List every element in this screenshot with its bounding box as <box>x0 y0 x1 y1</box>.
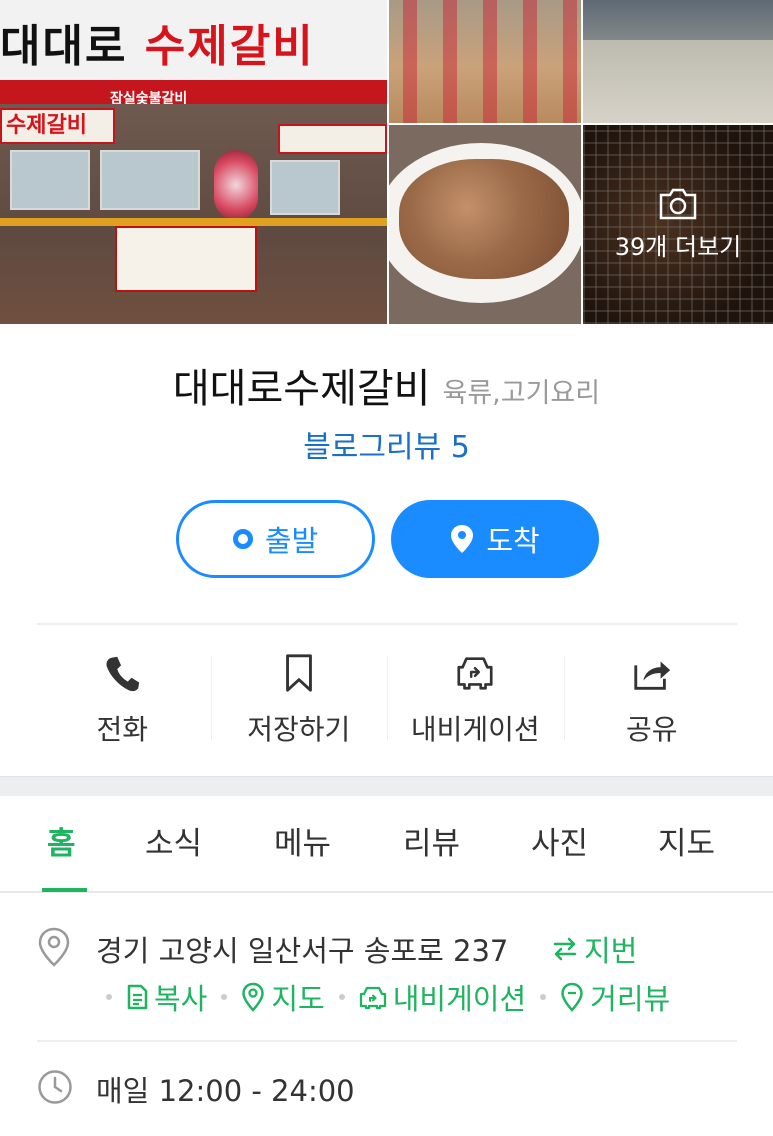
navigation-link[interactable]: 내비게이션 <box>359 976 526 1018</box>
navigation-link-label: 내비게이션 <box>392 982 527 1016</box>
call-button[interactable]: 전화 <box>34 648 211 748</box>
storefront-photo[interactable]: 대대로 수제갈비 잠실숯불갈비 수제갈비 <box>0 0 387 324</box>
divider <box>37 1040 737 1042</box>
clock-icon <box>38 1070 72 1104</box>
start-button[interactable]: 출발 <box>176 500 375 578</box>
phone-icon <box>106 656 140 692</box>
share-label: 공유 <box>625 713 678 746</box>
place-header: 대대로수제갈비 육류,고기요리 <box>0 356 773 414</box>
tab-menu[interactable]: 메뉴 <box>274 818 331 863</box>
bookmark-icon <box>285 654 312 692</box>
map-label: 지도 <box>271 982 325 1016</box>
street-view-link[interactable]: 거리뷰 <box>560 976 670 1018</box>
more-photos-label: 39개 더보기 <box>614 233 742 261</box>
navigation-car-icon <box>457 657 493 690</box>
tab-home[interactable]: 홈 <box>47 818 76 863</box>
save-label: 저장하기 <box>247 713 351 746</box>
business-hours: 매일 12:00 - 24:00 <box>96 1074 355 1108</box>
food-photo[interactable] <box>389 125 581 324</box>
navigation-button[interactable]: 내비게이션 <box>387 648 564 748</box>
storefront-sign: 대대로 수제갈비 <box>0 21 315 72</box>
address-links: 복사 지도 내비게이션 거리뷰 <box>92 976 670 1018</box>
street-view-label: 거리뷰 <box>590 982 671 1016</box>
place-category: 육류,고기요리 <box>442 378 601 409</box>
share-button[interactable]: 공유 <box>563 648 741 748</box>
action-bar: 전화 저장하기 내비게이션 공유 <box>34 648 740 748</box>
navigation-label: 내비게이션 <box>410 713 540 746</box>
copy-label: 복사 <box>154 982 208 1016</box>
origin-dot-icon <box>232 529 253 549</box>
jibun-label: 지번 <box>584 934 638 968</box>
section-gap <box>0 776 773 796</box>
menu-banner <box>115 226 257 292</box>
swap-arrows-icon <box>553 937 577 961</box>
tab-review[interactable]: 리뷰 <box>403 818 460 863</box>
active-tab-indicator <box>42 888 87 892</box>
map-pin-icon <box>242 982 265 1012</box>
tab-map[interactable]: 지도 <box>658 818 715 863</box>
car-icon <box>359 986 386 1010</box>
map-link[interactable]: 지도 <box>241 976 325 1018</box>
call-label: 전화 <box>96 713 149 746</box>
save-button[interactable]: 저장하기 <box>210 648 388 748</box>
jibun-toggle[interactable]: 지번 <box>552 928 637 970</box>
tab-photos[interactable]: 사진 <box>531 818 588 863</box>
blog-review-link[interactable]: 블로그리뷰 5 <box>0 422 773 466</box>
copy-link[interactable]: 복사 <box>126 976 207 1018</box>
location-pin-outline-icon <box>38 927 70 967</box>
more-photos-tile[interactable]: 39개 더보기 <box>583 125 773 324</box>
location-pin-icon <box>451 525 474 553</box>
arrive-button[interactable]: 도착 <box>391 500 599 578</box>
flower-wreath <box>214 150 258 220</box>
copy-icon <box>127 984 148 1010</box>
camera-icon <box>659 188 697 220</box>
start-button-label: 출발 <box>264 524 319 558</box>
place-name: 대대로수제갈비 <box>172 366 431 412</box>
interior-photo[interactable] <box>389 0 581 123</box>
address-text: 경기 고양시 일산서구 송포로 237 <box>96 934 509 968</box>
tab-news[interactable]: 소식 <box>145 818 202 863</box>
arrive-button-label: 도착 <box>486 524 540 558</box>
share-icon <box>634 661 670 690</box>
parking-photo[interactable] <box>583 0 773 123</box>
tab-bar: 홈 소식 메뉴 리뷰 사진 지도 <box>0 796 773 893</box>
divider <box>37 623 737 625</box>
side-sign: 수제갈비 <box>0 108 115 144</box>
street-view-icon <box>561 982 583 1012</box>
photo-grid: 대대로 수제갈비 잠실숯불갈비 수제갈비 39개 더보기 <box>0 0 773 325</box>
